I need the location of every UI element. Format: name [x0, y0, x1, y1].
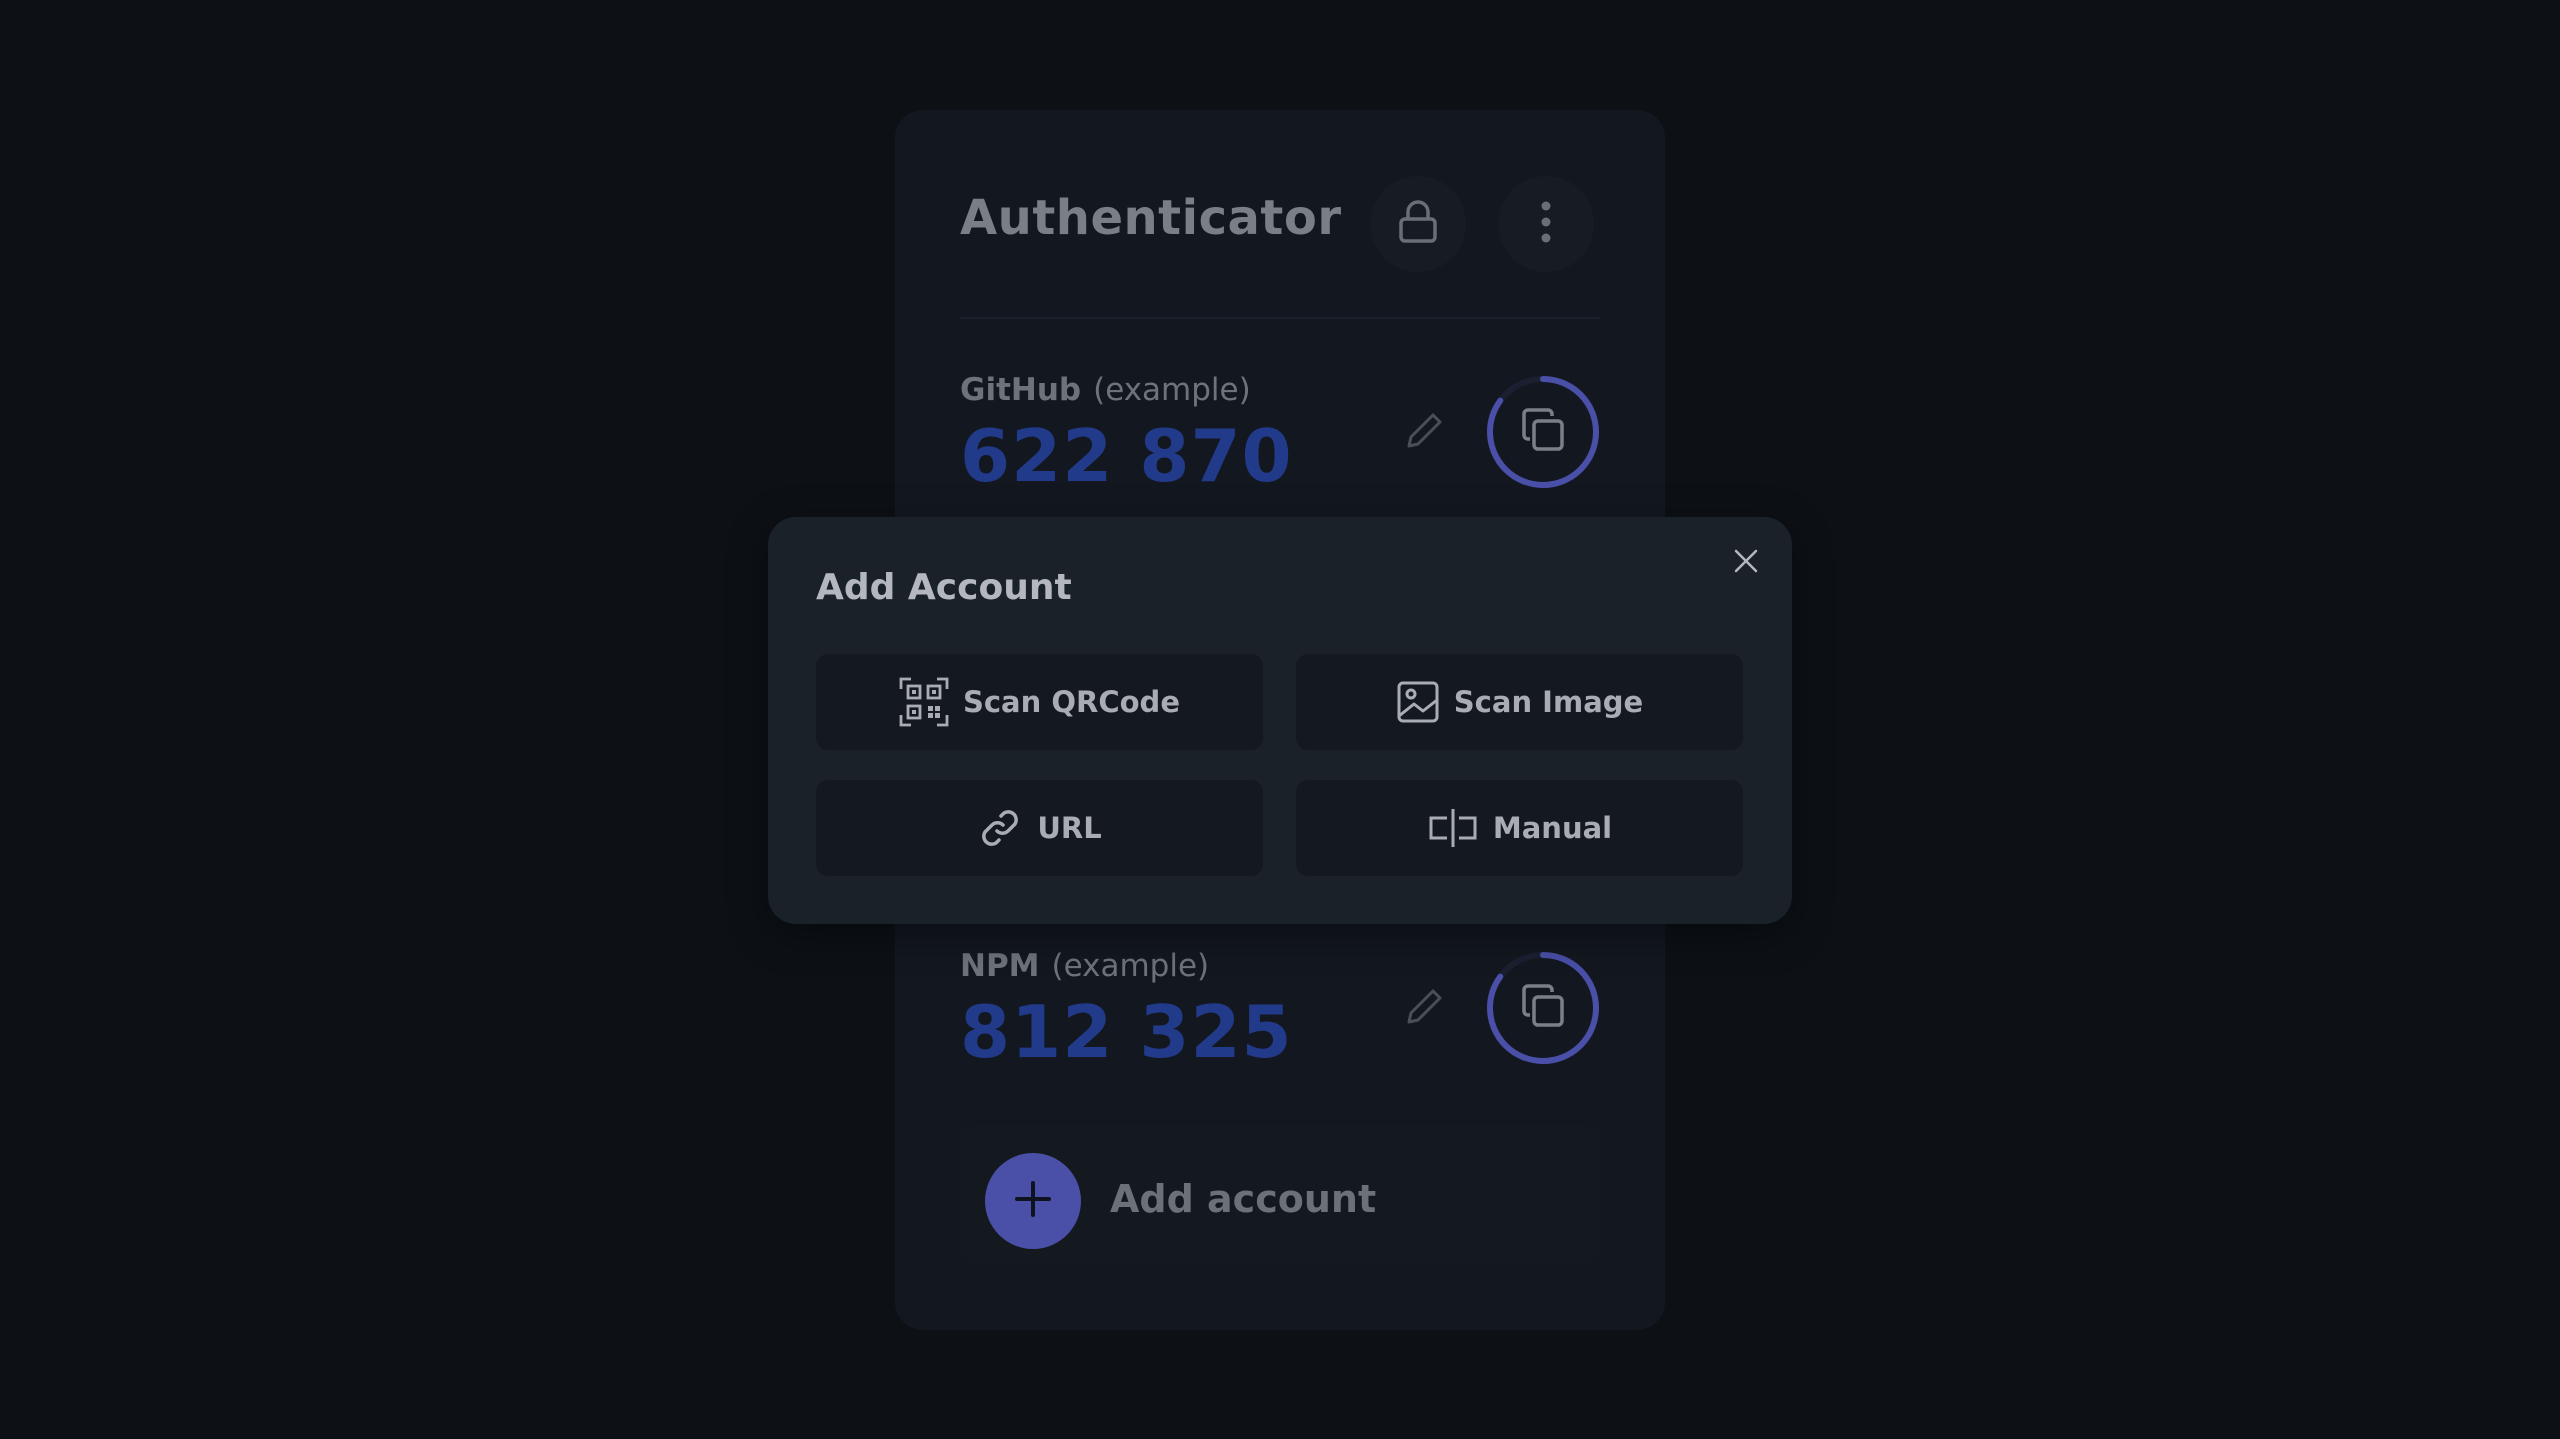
url-button[interactable]: URL [816, 780, 1263, 876]
scan-image-label: Scan Image [1453, 685, 1644, 719]
scan-qrcode-button[interactable]: Scan QRCode [816, 654, 1263, 750]
manual-button[interactable]: Manual [1296, 780, 1743, 876]
copy-button[interactable] [1486, 951, 1600, 1065]
account-name: GitHub (example) [960, 372, 1251, 408]
add-account-button[interactable]: Add account [960, 1125, 1600, 1265]
more-menu-button[interactable] [1498, 176, 1594, 272]
close-button[interactable] [1724, 541, 1768, 585]
copy-icon [1519, 982, 1567, 1034]
text-cursor-icon [1427, 806, 1479, 850]
account-code[interactable]: 812 325 [960, 990, 1293, 1074]
plus-icon [1013, 1179, 1053, 1223]
more-vertical-icon [1540, 200, 1552, 248]
copy-button[interactable] [1486, 375, 1600, 489]
add-account-label: Add account [1110, 1177, 1377, 1221]
pencil-icon [1405, 410, 1445, 454]
qrcode-scan-icon [899, 677, 949, 727]
account-issuer: NPM [960, 948, 1040, 984]
close-icon [1733, 548, 1759, 578]
edit-button[interactable] [1395, 978, 1455, 1038]
lock-button[interactable] [1370, 176, 1466, 272]
account-row-github: GitHub (example) 622 870 [960, 372, 1600, 512]
scan-image-button[interactable]: Scan Image [1296, 654, 1743, 750]
header-divider [960, 317, 1600, 319]
edit-button[interactable] [1395, 402, 1455, 462]
account-label: (example) [1051, 948, 1210, 984]
url-label: URL [1037, 811, 1102, 845]
account-code[interactable]: 622 870 [960, 414, 1293, 498]
add-account-dialog: Add Account Scan QRCode Scan Image URL M… [768, 517, 1792, 924]
scan-qrcode-label: Scan QRCode [962, 685, 1180, 719]
account-row-npm: NPM (example) 812 325 [960, 948, 1600, 1088]
app-title: Authenticator [960, 190, 1342, 246]
pencil-icon [1405, 986, 1445, 1030]
lock-icon [1398, 200, 1438, 248]
image-icon [1396, 680, 1440, 724]
account-label: (example) [1093, 372, 1251, 408]
account-name: NPM (example) [960, 948, 1209, 984]
dialog-title: Add Account [816, 567, 1072, 608]
account-issuer: GitHub [960, 372, 1082, 408]
add-fab[interactable] [985, 1153, 1081, 1249]
copy-icon [1519, 406, 1567, 458]
manual-label: Manual [1492, 811, 1613, 845]
link-icon [977, 805, 1023, 851]
